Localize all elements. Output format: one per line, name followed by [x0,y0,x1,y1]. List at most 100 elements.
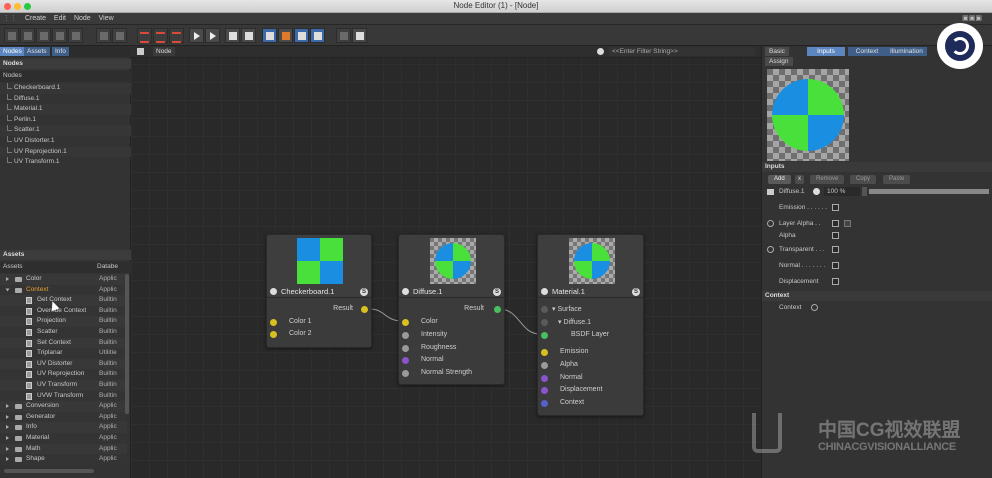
node-list-item[interactable]: Scatter.1 [0,125,131,136]
asset-list-item[interactable]: UV Distorter Builtin [0,358,127,370]
asset-list-item[interactable]: Scatter Builtin [0,327,127,338]
diffuse-title-bar[interactable]: Diffuse.1 S [399,286,504,298]
context-radio[interactable] [811,304,818,311]
solo-button[interactable]: S [360,288,368,296]
tool-7-icon[interactable] [112,28,127,43]
asset-list-item[interactable]: Color Applic [0,274,127,285]
filter-input[interactable]: <<Enter Filter String>> [609,47,755,56]
port-normal-strength-dot[interactable] [402,370,409,377]
port-normal-dot[interactable] [402,357,409,364]
node-diffuse[interactable]: Diffuse.1 S Result Color Intensity Rough… [398,234,505,385]
tool-1-icon[interactable] [4,28,19,43]
gear-icon[interactable] [597,48,604,55]
solo-icon[interactable] [225,28,240,43]
assets-col-database[interactable]: Databe [97,262,118,273]
layer-opacity-field[interactable]: 100 % [824,187,860,196]
node-list-item[interactable]: Checkerboard.1 [0,83,131,94]
expand-icon[interactable] [6,425,9,430]
add-button[interactable]: Add [768,175,791,184]
preview-icon[interactable] [262,28,277,43]
solo-button[interactable]: S [632,288,640,296]
material-title-bar[interactable]: Material.1 S [538,286,643,298]
layer-row[interactable]: Diffuse.1 100 % [762,187,992,197]
port-surface-dot[interactable] [541,306,548,313]
checkerboard-title-bar[interactable]: Checkerboard.1 S [267,286,371,298]
breadcrumb[interactable]: Node [153,47,175,56]
tab-nodes[interactable]: Nodes [0,47,25,56]
node-material[interactable]: Material.1 S ▾ Surface ▾ Diffuse.1 BSDF … [537,234,644,416]
expand-icon[interactable] [6,436,9,440]
expand-icon[interactable] [6,414,9,419]
port-bsdf-dot[interactable] [541,332,548,339]
port-color1-dot[interactable] [270,319,277,326]
animate-dot-icon[interactable] [767,220,774,227]
property-checkbox[interactable] [832,204,839,211]
port-color-dot[interactable] [402,319,409,326]
asset-list-item[interactable]: UV Reprojection Builtin [0,369,127,380]
delete-button[interactable]: x [795,175,804,184]
asset-list-item[interactable]: Shape Applic [0,454,127,465]
remove-button[interactable]: Remove [810,175,845,184]
asset-list-item[interactable]: Generator Applic [0,411,127,423]
asset-list-item[interactable]: Math Applic [0,443,127,455]
menu-edit[interactable]: Edit [54,13,66,25]
asset-list-item[interactable]: Context Applic [0,284,127,296]
node-list-item[interactable]: Perlin.1 [0,114,131,126]
layout-2-icon[interactable] [153,28,168,43]
arrange-icon[interactable] [241,28,256,43]
play-icon[interactable] [189,28,204,43]
port-intensity-dot[interactable] [402,332,409,339]
tab-assets[interactable]: Assets [24,47,50,56]
property-checkbox[interactable] [832,220,839,227]
node-checkerboard[interactable]: Checkerboard.1 S Result Color 1 Color 2 [266,234,372,348]
port-color2-dot[interactable] [270,331,277,338]
asset-list-item[interactable]: Get Context Builtin [0,295,127,306]
solo-button[interactable]: S [493,288,501,296]
tab-inputs[interactable]: Inputs [807,47,845,56]
play-next-icon[interactable] [205,28,220,43]
expand-icon[interactable] [6,457,9,462]
tool-2-icon[interactable] [20,28,35,43]
port-diffuse-ref-dot[interactable] [541,319,548,326]
asset-list-item[interactable]: Info Applic [0,422,127,433]
assets-h-scrollbar[interactable] [4,469,94,473]
port-roughness-dot[interactable] [402,345,409,352]
node-list-item[interactable]: UV Transform.1 [0,157,131,168]
tab-basic[interactable]: Basic [765,47,789,56]
copy-button[interactable]: Copy [850,175,877,184]
property-checkbox[interactable] [832,262,839,269]
tab-assign[interactable]: Assign [765,57,793,66]
tab-context[interactable]: Context [848,47,886,56]
port-displacement-dot[interactable] [541,387,548,394]
port-emission-dot[interactable] [541,349,548,356]
layout-3-icon[interactable] [169,28,184,43]
port-result-dot[interactable] [361,306,368,313]
node-list-item[interactable]: UV Distorter.1 [0,136,131,147]
tool-3-icon[interactable] [36,28,51,43]
expand-icon[interactable] [6,446,9,451]
asset-list-item[interactable]: Override Context Builtin [0,305,127,317]
opacity-slider[interactable] [869,189,989,194]
property-checkbox[interactable] [832,232,839,239]
menu-node[interactable]: Node [74,13,91,25]
asset-list-item[interactable]: Material Applic [0,433,127,444]
menu-view[interactable]: View [99,13,114,25]
assets-col-name[interactable]: Assets [3,262,23,273]
port-alpha-dot[interactable] [541,362,548,369]
expand-icon[interactable] [6,277,9,281]
node-list-item[interactable]: Material.1 [0,104,131,115]
link-icon[interactable] [844,220,851,227]
node-list-item[interactable]: UV Reprojection.1 [0,146,131,158]
layer-mode-icon[interactable] [813,188,820,195]
layout-1-icon[interactable] [137,28,152,43]
expand-icon[interactable] [5,288,10,292]
animate-dot-icon[interactable] [767,246,774,253]
expand-icon[interactable] [6,404,9,409]
property-checkbox[interactable] [832,278,839,285]
asset-list-item[interactable]: Set Context Builtin [0,337,127,349]
port-normal-dot[interactable] [541,375,548,382]
asset-list-item[interactable]: UV Transform Builtin [0,380,127,391]
tool-4-icon[interactable] [52,28,67,43]
port-result-dot[interactable] [494,306,501,313]
property-checkbox[interactable] [832,246,839,253]
